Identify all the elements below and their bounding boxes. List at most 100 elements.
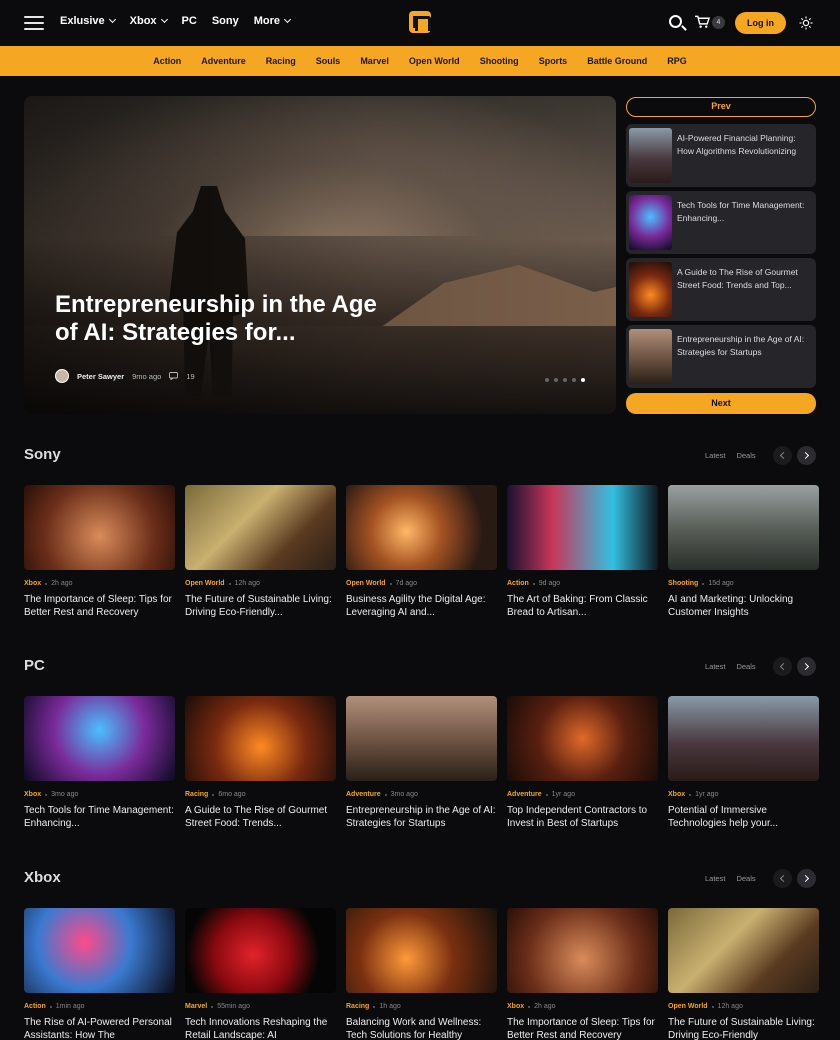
- article-card[interactable]: Action 9d ago The Art of Baking: From Clas…: [507, 485, 658, 619]
- card-category[interactable]: Open World: [185, 580, 225, 587]
- tab-latest[interactable]: Latest: [705, 662, 725, 671]
- article-card[interactable]: Marvel 55min ago Tech Innovations Reshapin…: [185, 908, 336, 1040]
- search-icon[interactable]: [669, 15, 682, 28]
- card-title[interactable]: Top Independent Contractors to Invest in…: [507, 805, 658, 830]
- category-racing[interactable]: Racing: [256, 56, 306, 66]
- hero-title[interactable]: Entrepreneurship in the Age of AI: Strat…: [55, 291, 385, 347]
- site-logo[interactable]: [409, 11, 431, 33]
- article-card[interactable]: Xbox 2h ago The Importance of Sleep: Tips …: [507, 908, 658, 1040]
- article-card[interactable]: Xbox 2h ago The Importance of Sleep: Tips …: [24, 485, 175, 619]
- scroll-left-button[interactable]: [773, 869, 792, 888]
- login-button[interactable]: Log in: [735, 12, 786, 34]
- tab-latest[interactable]: Latest: [705, 874, 725, 883]
- category-marvel[interactable]: Marvel: [350, 56, 399, 66]
- card-image: [668, 485, 819, 570]
- card-title[interactable]: Potential of Immersive Technologies help…: [668, 805, 819, 830]
- card-title[interactable]: Balancing Work and Wellness: Tech Soluti…: [346, 1017, 497, 1040]
- category-souls[interactable]: Souls: [306, 56, 351, 66]
- scroll-right-button[interactable]: [797, 657, 816, 676]
- side-item-title: Tech Tools for Time Management: Enhancin…: [677, 200, 805, 223]
- side-item[interactable]: AI-Powered Financial Planning: How Algor…: [626, 124, 816, 187]
- scroll-left-button[interactable]: [773, 446, 792, 465]
- card-title[interactable]: The Importance of Sleep: Tips for Better…: [507, 1017, 658, 1040]
- nav-item-sony[interactable]: Sony: [212, 15, 239, 27]
- tab-deals[interactable]: Deals: [736, 451, 755, 460]
- article-card[interactable]: Open World 12h ago The Future of Sustainab…: [668, 908, 819, 1040]
- category-shooting[interactable]: Shooting: [470, 56, 529, 66]
- side-item[interactable]: Entrepreneurship in the Age of AI: Strat…: [626, 325, 816, 388]
- article-card[interactable]: Open World 7d ago Business Agility the Dig…: [346, 485, 497, 619]
- carousel-dot[interactable]: [545, 378, 549, 382]
- scroll-right-button[interactable]: [797, 446, 816, 465]
- article-card[interactable]: Open World 12h ago The Future of Sustainab…: [185, 485, 336, 619]
- card-image: [668, 908, 819, 993]
- card-category[interactable]: Xbox: [24, 580, 41, 587]
- carousel-dot[interactable]: [563, 378, 567, 382]
- category-adventure[interactable]: Adventure: [191, 56, 256, 66]
- article-card[interactable]: Xbox 1yr ago Potential of Immersive Techno…: [668, 696, 819, 830]
- next-button[interactable]: Next: [626, 393, 816, 414]
- hero-author[interactable]: Peter Sawyer: [77, 372, 124, 381]
- nav-item-xbox[interactable]: Xbox: [130, 15, 168, 27]
- category-rpg[interactable]: RPG: [657, 56, 697, 66]
- nav-item-more[interactable]: More: [254, 15, 292, 27]
- side-item[interactable]: Tech Tools for Time Management: Enhancin…: [626, 191, 816, 254]
- carousel-dot[interactable]: [554, 378, 558, 382]
- article-card[interactable]: Racing 1h ago Balancing Work and Wellness:…: [346, 908, 497, 1040]
- carousel-dot-active[interactable]: [581, 378, 585, 382]
- side-item[interactable]: A Guide to The Rise of Gourmet Street Fo…: [626, 258, 816, 321]
- card-title[interactable]: The Art of Baking: From Classic Bread to…: [507, 594, 658, 619]
- prev-button[interactable]: Prev: [626, 96, 816, 117]
- card-title[interactable]: Entrepreneurship in the Age of AI: Strat…: [346, 805, 497, 830]
- card-category[interactable]: Open World: [668, 1003, 708, 1010]
- tab-deals[interactable]: Deals: [736, 662, 755, 671]
- theme-toggle-icon[interactable]: [799, 16, 813, 30]
- card-title[interactable]: The Rise of AI-Powered Personal Assistan…: [24, 1017, 175, 1040]
- card-title[interactable]: Business Agility the Digital Age: Levera…: [346, 594, 497, 619]
- card-category[interactable]: Xbox: [24, 791, 41, 798]
- article-card[interactable]: Adventure 1yr ago Top Independent Contract…: [507, 696, 658, 830]
- category-action[interactable]: Action: [143, 56, 191, 66]
- category-sports[interactable]: Sports: [529, 56, 578, 66]
- card-category[interactable]: Open World: [346, 580, 386, 587]
- card-category[interactable]: Xbox: [507, 1003, 524, 1010]
- scroll-right-button[interactable]: [797, 869, 816, 888]
- section-tabs: Latest Deals: [705, 451, 756, 460]
- category-battle-ground[interactable]: Battle Ground: [577, 56, 657, 66]
- card-category[interactable]: Action: [507, 580, 529, 587]
- card-title[interactable]: AI and Marketing: Unlocking Customer Ins…: [668, 594, 819, 619]
- card-category[interactable]: Adventure: [346, 791, 381, 798]
- carousel-dot[interactable]: [572, 378, 576, 382]
- article-card[interactable]: Racing 6mo ago A Guide to The Rise of Gour…: [185, 696, 336, 830]
- card-category[interactable]: Adventure: [507, 791, 542, 798]
- article-card[interactable]: Adventure 3mo ago Entrepreneurship in the …: [346, 696, 497, 830]
- card-category[interactable]: Racing: [185, 791, 208, 798]
- card-title[interactable]: The Future of Sustainable Living: Drivin…: [668, 1017, 819, 1040]
- article-card[interactable]: Shooting 15d ago AI and Marketing: Unlocki…: [668, 485, 819, 619]
- card-category[interactable]: Racing: [346, 1003, 369, 1010]
- nav-label: Sony: [211, 15, 239, 27]
- card-category[interactable]: Action: [24, 1003, 46, 1010]
- nav-item-exlusive[interactable]: Exlusive: [60, 15, 116, 27]
- category-open-world[interactable]: Open World: [399, 56, 470, 66]
- article-card[interactable]: Xbox 3mo ago Tech Tools for Time Managemen…: [24, 696, 175, 830]
- menu-icon[interactable]: [24, 16, 44, 30]
- card-title[interactable]: The Importance of Sleep: Tips for Better…: [24, 594, 175, 619]
- hero-banner[interactable]: Entrepreneurship in the Age of AI: Strat…: [24, 96, 616, 414]
- side-item-thumbnail: [629, 329, 672, 384]
- tab-latest[interactable]: Latest: [705, 451, 725, 460]
- card-title[interactable]: Tech Innovations Reshaping the Retail La…: [185, 1017, 336, 1040]
- card-category[interactable]: Marvel: [185, 1003, 207, 1010]
- article-card[interactable]: Action 1min ago The Rise of AI-Powered Per…: [24, 908, 175, 1040]
- card-category[interactable]: Xbox: [668, 791, 685, 798]
- card-title[interactable]: A Guide to The Rise of Gourmet Street Fo…: [185, 805, 336, 830]
- card-title[interactable]: Tech Tools for Time Management: Enhancin…: [24, 805, 175, 830]
- cart-icon[interactable]: [695, 15, 710, 29]
- card-image: [24, 908, 175, 993]
- scroll-left-button[interactable]: [773, 657, 792, 676]
- tab-deals[interactable]: Deals: [736, 874, 755, 883]
- card-meta: Xbox 3mo ago: [24, 791, 175, 798]
- card-category[interactable]: Shooting: [668, 580, 698, 587]
- nav-item-pc[interactable]: PC: [182, 15, 197, 27]
- card-title[interactable]: The Future of Sustainable Living: Drivin…: [185, 594, 336, 619]
